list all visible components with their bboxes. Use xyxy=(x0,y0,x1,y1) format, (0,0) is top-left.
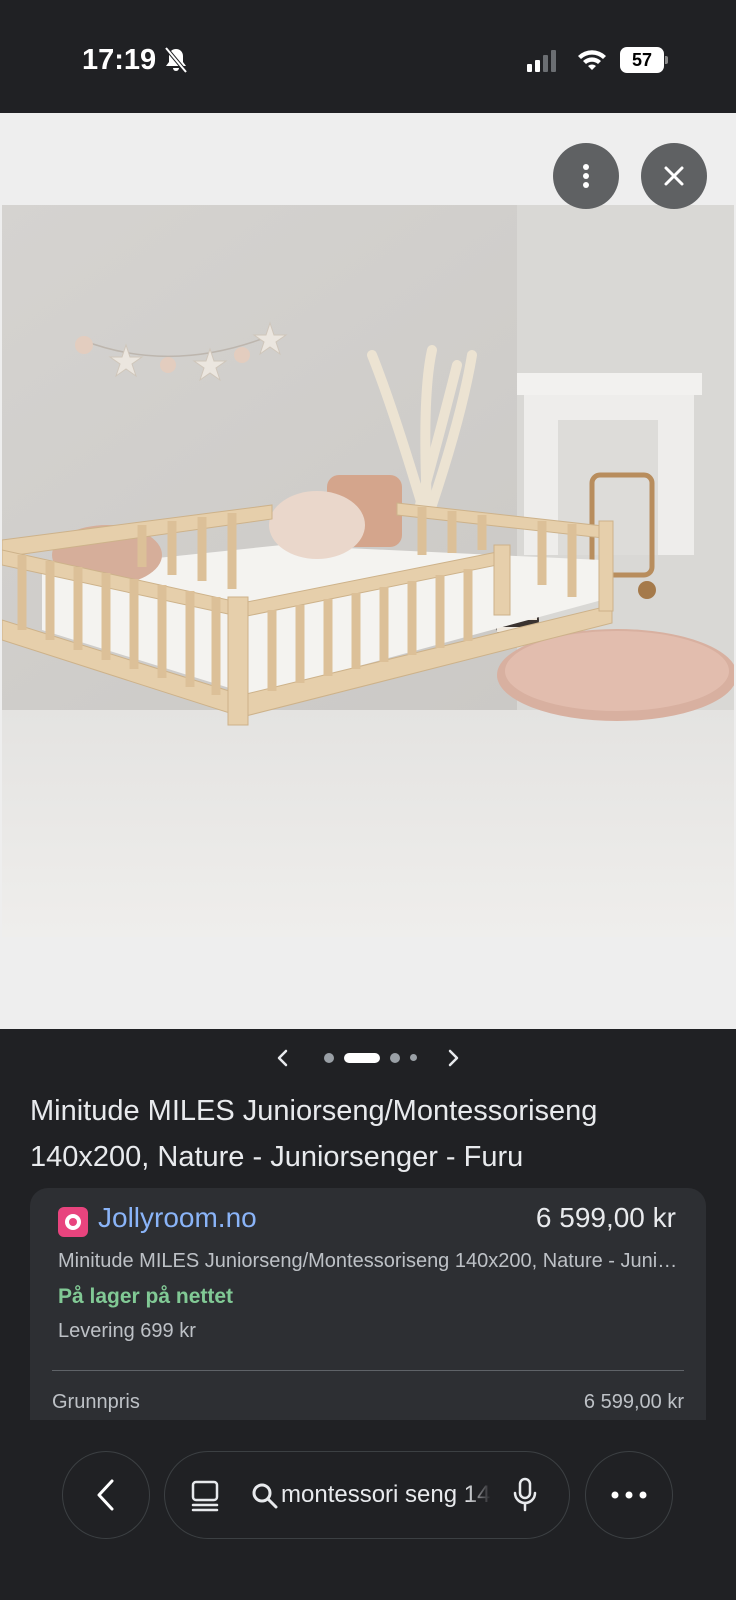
image-carousel-pager xyxy=(0,1046,736,1070)
merchant-favicon-icon xyxy=(58,1207,88,1237)
merchant-link[interactable]: Jollyroom.no xyxy=(98,1202,257,1234)
back-arrow-icon xyxy=(97,1479,114,1511)
delivery-cost: Levering 699 kr xyxy=(58,1320,196,1342)
vertical-dots-icon xyxy=(583,164,589,188)
status-time: 17:19 xyxy=(82,44,157,76)
product-photo xyxy=(2,205,734,937)
tabs-icon[interactable] xyxy=(189,1479,223,1513)
carousel-dot[interactable] xyxy=(324,1053,334,1063)
image-viewer xyxy=(0,113,736,1029)
more-options-button[interactable] xyxy=(553,143,619,209)
cellular-signal-icon xyxy=(527,50,556,72)
offer-description: Minitude MILES Juniorseng/Montessoriseng… xyxy=(58,1250,678,1272)
microphone-icon[interactable] xyxy=(511,1477,539,1513)
previous-image-chevron-icon[interactable] xyxy=(273,1046,293,1070)
carousel-dot[interactable] xyxy=(344,1053,380,1063)
browser-toolbar: montessori seng 140x200 xyxy=(0,1420,736,1600)
horizontal-dots-icon xyxy=(611,1491,647,1499)
wifi-icon xyxy=(578,50,606,70)
offer-card[interactable]: Jollyroom.no 6 599,00 kr Minitude MILES … xyxy=(30,1188,706,1420)
product-image[interactable] xyxy=(2,205,734,937)
carousel-dot[interactable] xyxy=(410,1054,417,1061)
offer-price: 6 599,00 kr xyxy=(535,1202,676,1233)
close-button[interactable] xyxy=(641,143,707,209)
search-icon xyxy=(252,1483,278,1509)
close-icon xyxy=(664,166,684,186)
status-bar: 17:19 57 xyxy=(0,0,736,113)
back-button[interactable] xyxy=(62,1451,150,1539)
base-price-label: Grunnpris xyxy=(52,1391,140,1413)
stock-status: På lager på nettet xyxy=(58,1285,234,1308)
next-image-chevron-icon[interactable] xyxy=(443,1046,463,1070)
battery-level: 57 xyxy=(620,47,664,73)
address-bar[interactable]: montessori seng 140x200 xyxy=(164,1451,570,1539)
search-query-text: montessori seng 140x200 xyxy=(281,1481,491,1508)
battery-icon: 57 xyxy=(620,47,668,73)
product-title[interactable]: Minitude MILES Juniorseng/Montessoriseng… xyxy=(30,1088,720,1180)
divider xyxy=(52,1370,684,1371)
carousel-dot[interactable] xyxy=(390,1053,400,1063)
more-menu-button[interactable] xyxy=(585,1451,673,1539)
bell-muted-icon xyxy=(164,46,188,74)
base-price-value: 6 599,00 kr xyxy=(583,1391,684,1413)
